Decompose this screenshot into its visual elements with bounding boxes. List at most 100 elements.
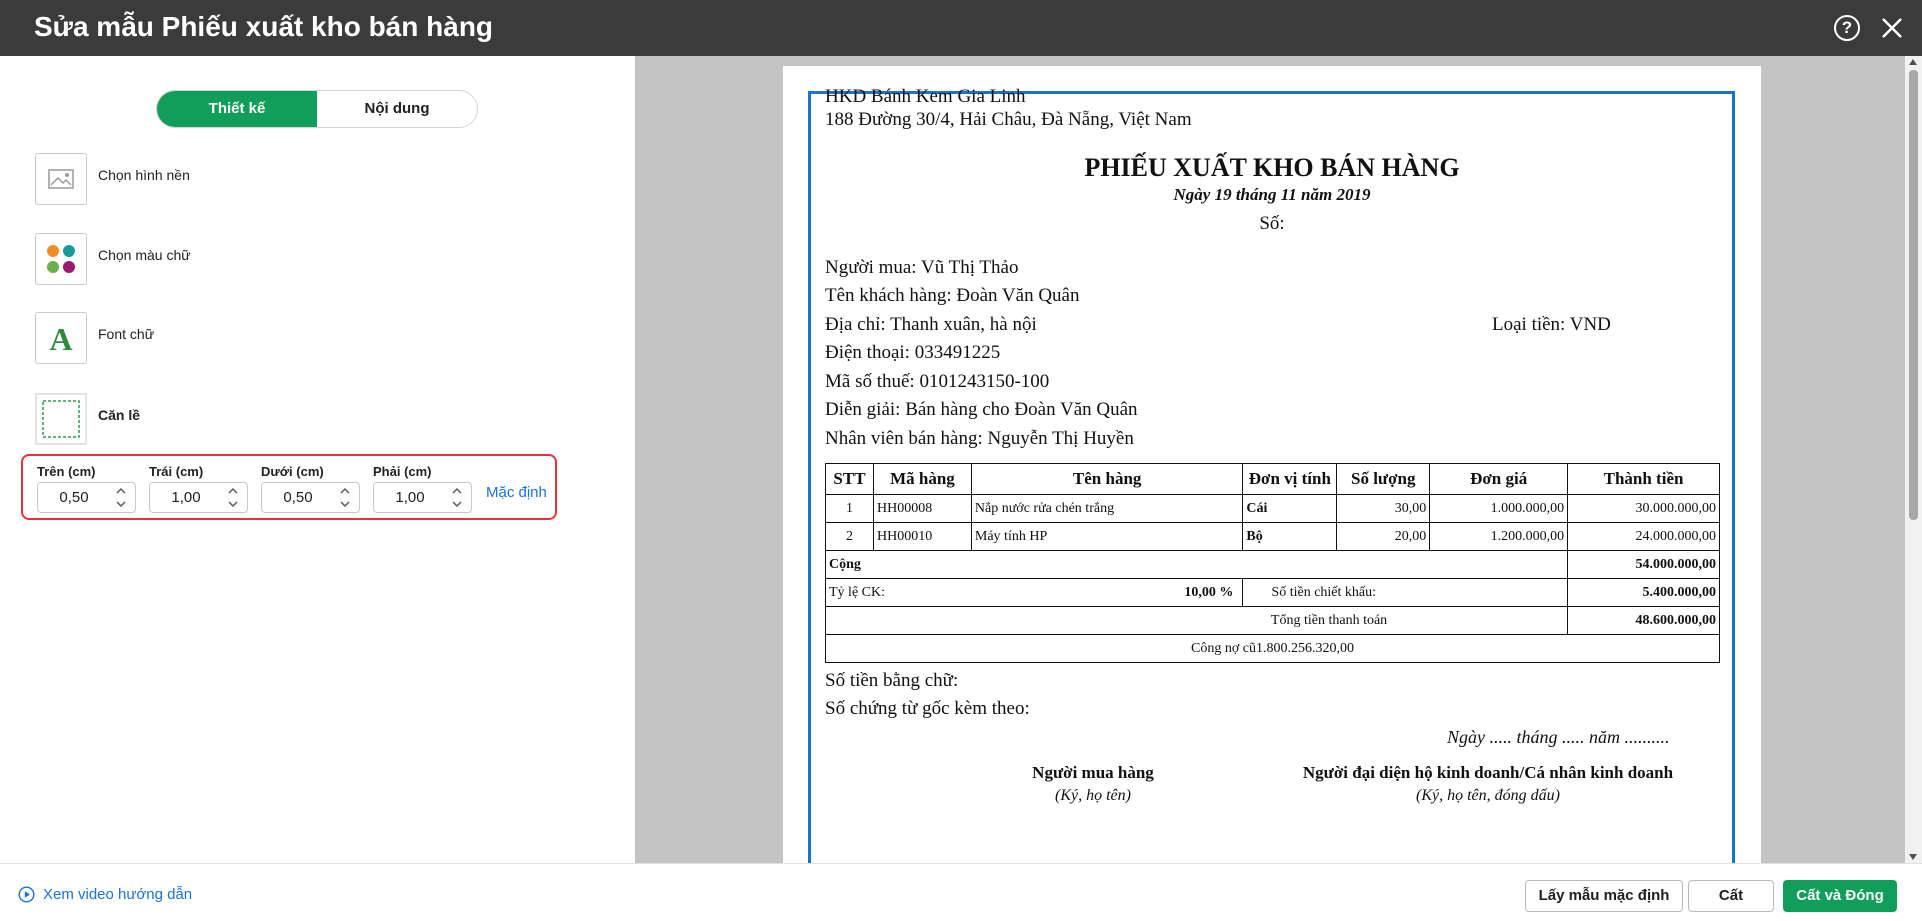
cell-stt: 1 — [825, 494, 874, 523]
cell-code: HH00008 — [872, 494, 972, 523]
total-value: 54.000.000,00 — [1567, 550, 1720, 579]
old-debt: Công nợ cũ1.800.256.320,00 — [825, 634, 1720, 663]
title-bar: Sửa mẫu Phiếu xuất kho bán hàng ? — [0, 0, 1922, 56]
cell-unit: Bộ — [1242, 522, 1338, 551]
bottom-margin-label: Dưới (cm) — [261, 464, 324, 479]
preview-scrollbar[interactable] — [1905, 56, 1922, 863]
svg-text:A: A — [49, 321, 72, 357]
company-name: HKD Bánh Kem Gia Linh — [825, 86, 1026, 107]
cell-stt: 2 — [825, 522, 874, 551]
document-date: Ngày 19 tháng 11 năm 2019 — [1173, 185, 1371, 204]
text-color-option-label[interactable]: Chọn màu chữ — [98, 247, 191, 263]
discount-rate-value: 10,00 % — [1184, 584, 1234, 600]
cell-price: 1.000.000,00 — [1429, 494, 1569, 523]
video-guide-link[interactable]: Xem video hướng dẫn — [18, 886, 192, 903]
margin-settings-group: Trên (cm) 0,50 Trái (cm) 1,00 Dưới (cm) … — [21, 454, 557, 520]
scroll-down-arrow[interactable] — [1909, 854, 1917, 860]
chevron-up-icon[interactable] — [115, 485, 127, 497]
chevron-up-icon[interactable] — [451, 485, 463, 497]
customer-line: Tên khách hàng: Đoàn Văn Quân — [825, 285, 1080, 306]
save-and-close-button[interactable]: Cất và Đóng — [1783, 880, 1897, 912]
dialog-footer: Xem video hướng dẫn Lấy mẫu mặc định Cất… — [0, 863, 1922, 921]
tab-content[interactable]: Nội dung — [317, 91, 477, 127]
phone-line: Điện thoại: 033491225 — [825, 342, 1001, 363]
chevron-down-icon[interactable] — [451, 498, 463, 510]
play-circle-icon — [18, 886, 35, 903]
table-row: 1 HH00008 Nắp nước rửa chén trắng Cái 30… — [825, 494, 1720, 523]
items-table: STT Mã hàng Tên hàng Đơn vị tính Số lượn… — [824, 463, 1720, 663]
save-button[interactable]: Cất — [1688, 880, 1774, 912]
help-icon[interactable]: ? — [1834, 15, 1860, 41]
reset-default-margins-link[interactable]: Mặc định — [486, 484, 547, 501]
table-row: 2 HH00010 Máy tính HP Bộ 20,00 1.200.000… — [825, 522, 1720, 551]
buyer-sign-subtitle: (Ký, họ tên) — [1055, 787, 1131, 804]
font-icon: A — [49, 321, 72, 357]
image-icon — [48, 169, 74, 189]
document-title: PHIẾU XUẤT KHO BÁN HÀNG — [1084, 153, 1460, 182]
video-guide-label[interactable]: Xem video hướng dẫn — [43, 886, 192, 903]
close-icon[interactable] — [1878, 14, 1906, 42]
header-qty: Số lượng — [1336, 463, 1431, 495]
cell-qty: 30,00 — [1336, 494, 1431, 523]
address-line: Địa chỉ: Thanh xuân, hà nội — [825, 314, 1037, 335]
discount-row: Tỷ lệ CK: 10,00 % Số tiền chiết khấu: 5.… — [824, 578, 1720, 607]
chevron-down-icon[interactable] — [339, 498, 351, 510]
document-page: HKD Bánh Kem Gia Linh 188 Đường 30/4, Hả… — [783, 66, 1761, 863]
amount-in-words: Số tiền bằng chữ: — [825, 670, 959, 691]
left-margin-input[interactable]: 1,00 — [149, 482, 248, 513]
tab-design[interactable]: Thiết kế — [157, 91, 317, 127]
design-panel: Thiết kế Nội dung Chọn hình nền Chọn màu… — [0, 56, 635, 863]
right-margin-label: Phải (cm) — [373, 464, 432, 479]
payment-label: Tổng tiền thanh toán — [1242, 606, 1569, 635]
bottom-margin-value[interactable]: 0,50 — [262, 483, 334, 512]
chevron-down-icon[interactable] — [115, 498, 127, 510]
chevron-up-icon[interactable] — [339, 485, 351, 497]
text-color-option[interactable] — [35, 233, 87, 285]
margin-option-label[interactable]: Căn lề — [98, 407, 140, 423]
chevron-up-icon[interactable] — [227, 485, 239, 497]
margin-option[interactable] — [35, 393, 87, 445]
document-number: Số: — [1259, 213, 1285, 234]
cell-name: Máy tính HP — [970, 522, 1244, 551]
discount-rate-cell: Tỷ lệ CK: 10,00 % — [826, 585, 1242, 601]
scroll-up-arrow[interactable] — [1909, 59, 1917, 65]
header-stt: STT — [825, 463, 874, 495]
cell-code: HH00010 — [872, 522, 972, 551]
top-margin-label: Trên (cm) — [37, 464, 96, 479]
salesperson-line: Nhân viên bán hàng: Nguyễn Thị Huyền — [825, 428, 1134, 449]
default-template-button[interactable]: Lấy mẫu mặc định — [1525, 880, 1683, 912]
margin-icon — [35, 393, 87, 445]
old-debt-row: Công nợ cũ1.800.256.320,00 — [825, 634, 1720, 663]
representative-sign-subtitle: (Ký, họ tên, đóng dấu) — [1416, 787, 1560, 804]
top-margin-value[interactable]: 0,50 — [38, 483, 110, 512]
cell-amount: 24.000.000,00 — [1567, 522, 1720, 551]
header-name: Tên hàng — [970, 463, 1244, 495]
table-header-row: STT Mã hàng Tên hàng Đơn vị tính Số lượn… — [825, 463, 1720, 495]
total-row: Cộng 54.000.000,00 — [824, 550, 1720, 579]
bottom-margin-input[interactable]: 0,50 — [261, 482, 360, 513]
cell-qty: 20,00 — [1336, 522, 1431, 551]
dialog-title: Sửa mẫu Phiếu xuất kho bán hàng — [34, 11, 494, 42]
background-option[interactable] — [35, 153, 87, 205]
cell-price: 1.200.000,00 — [1429, 522, 1569, 551]
payment-row: Tổng tiền thanh toán 48.600.000,00 — [824, 606, 1720, 635]
background-option-label[interactable]: Chọn hình nền — [98, 167, 190, 183]
currency-line: Loại tiền: VND — [1492, 314, 1611, 335]
right-margin-value[interactable]: 1,00 — [374, 483, 446, 512]
scroll-thumb[interactable] — [1909, 70, 1918, 520]
sign-date: Ngày ..... tháng ..... năm .......... — [1447, 727, 1670, 747]
font-option[interactable]: A — [35, 312, 87, 364]
buyer-sign-title: Người mua hàng — [1032, 763, 1154, 782]
representative-sign-title: Người đại diện hộ kinh doanh/Cá nhân kin… — [1302, 763, 1674, 782]
header-amount: Thành tiền — [1567, 463, 1720, 495]
left-margin-value[interactable]: 1,00 — [150, 483, 222, 512]
tab-bar: Thiết kế Nội dung — [156, 90, 478, 128]
attached-documents: Số chứng từ gốc kèm theo: — [825, 698, 1030, 719]
total-label: Cộng — [824, 550, 1569, 579]
top-margin-input[interactable]: 0,50 — [37, 482, 136, 513]
discount-rate-label: Tỷ lệ CK: — [829, 584, 885, 600]
discount-amount-value: 5.400.000,00 — [1567, 578, 1720, 607]
chevron-down-icon[interactable] — [227, 498, 239, 510]
font-option-label[interactable]: Font chữ — [98, 326, 154, 342]
right-margin-input[interactable]: 1,00 — [373, 482, 472, 513]
